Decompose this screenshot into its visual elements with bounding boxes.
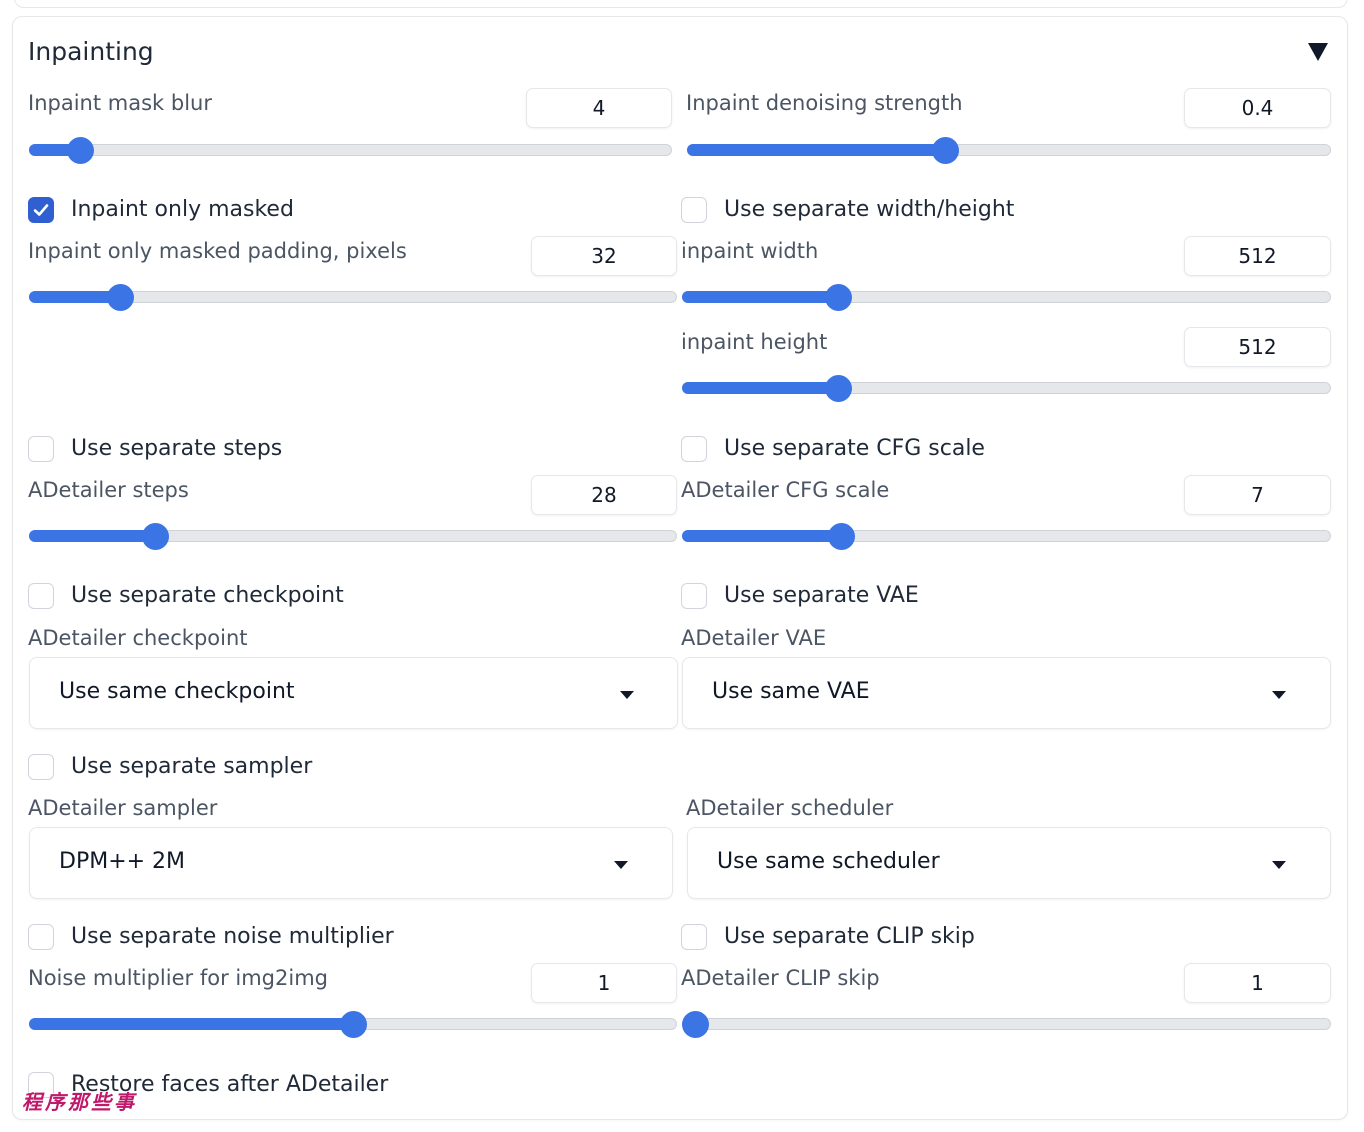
sep-vae-label[interactable]: Use separate VAE [724, 583, 919, 608]
clip-label: ADetailer CLIP skip [681, 966, 880, 990]
steps-slider[interactable] [29, 523, 677, 551]
ckpt-label: ADetailer checkpoint [28, 626, 248, 650]
slider-thumb[interactable] [931, 137, 959, 164]
inpainting-panel [12, 16, 1348, 1120]
denoise-label: Inpaint denoising strength [686, 91, 963, 115]
checkmark-icon [33, 204, 49, 216]
clip-input[interactable]: 1 [1184, 963, 1331, 1003]
sep-ckpt-label[interactable]: Use separate checkpoint [71, 583, 344, 608]
sampler-value: DPM++ 2M [59, 849, 186, 874]
slider-fill [29, 530, 156, 542]
steps-input[interactable]: 28 [531, 475, 677, 515]
vae-dropdown[interactable]: Use same VAE [682, 657, 1331, 729]
scheduler-dropdown[interactable]: Use same scheduler [687, 827, 1331, 899]
sep-cfg-label[interactable]: Use separate CFG scale [724, 436, 985, 461]
slider-thumb[interactable] [340, 1011, 367, 1038]
denoise-input[interactable]: 0.4 [1184, 88, 1331, 128]
sep-noise-label[interactable]: Use separate noise multiplier [71, 924, 394, 949]
slider-fill [682, 382, 838, 394]
padding-slider[interactable] [29, 284, 677, 312]
sep-ckpt-checkbox[interactable] [28, 583, 54, 609]
scheduler-value: Use same scheduler [717, 849, 940, 874]
dropdown-arrow-icon [1272, 861, 1286, 869]
slider-fill [682, 291, 838, 303]
sep-clip-checkbox[interactable] [681, 924, 707, 950]
clip-slider[interactable] [682, 1011, 1331, 1039]
only-masked-checkbox[interactable] [28, 197, 54, 223]
checkpoint-value: Use same checkpoint [59, 679, 295, 704]
slider-track [682, 1018, 1331, 1030]
vae-label: ADetailer VAE [681, 626, 827, 650]
height-slider[interactable] [682, 375, 1331, 403]
sep-noise-checkbox[interactable] [28, 924, 54, 950]
padding-input[interactable]: 32 [531, 236, 677, 276]
slider-thumb[interactable] [67, 137, 95, 164]
sep-vae-checkbox[interactable] [681, 583, 707, 609]
padding-label: Inpaint only masked padding, pixels [28, 239, 407, 263]
noise-label: Noise multiplier for img2img [28, 966, 328, 990]
denoise-slider[interactable] [687, 137, 1331, 165]
mask-blur-input[interactable]: 4 [526, 88, 672, 128]
noise-input[interactable]: 1 [531, 963, 677, 1003]
collapse-caret-icon[interactable] [1308, 43, 1328, 61]
dropdown-arrow-icon [1272, 691, 1286, 699]
sep-cfg-checkbox[interactable] [681, 436, 707, 462]
slider-thumb[interactable] [106, 284, 134, 311]
slider-track [29, 144, 672, 156]
scheduler-label: ADetailer scheduler [686, 796, 894, 820]
previous-panel-edge [14, 0, 1348, 8]
slider-fill [687, 144, 945, 156]
sep-steps-checkbox[interactable] [28, 436, 54, 462]
noise-slider[interactable] [29, 1011, 677, 1039]
dropdown-arrow-icon [620, 691, 634, 699]
width-label: inpaint width [681, 239, 819, 263]
panel-title: Inpainting [28, 37, 154, 66]
slider-fill [682, 530, 841, 542]
cfg-label: ADetailer CFG scale [681, 478, 890, 502]
only-masked-label[interactable]: Inpaint only masked [71, 197, 294, 222]
slider-thumb[interactable] [682, 1011, 709, 1038]
slider-thumb[interactable] [142, 523, 170, 550]
steps-label: ADetailer steps [28, 478, 189, 502]
slider-fill [29, 1018, 353, 1030]
mask-blur-slider[interactable] [29, 137, 672, 165]
slider-thumb[interactable] [828, 523, 855, 550]
height-input[interactable]: 512 [1184, 327, 1331, 367]
cfg-slider[interactable] [682, 523, 1331, 551]
sep-clip-label[interactable]: Use separate CLIP skip [724, 924, 975, 949]
mask-blur-label: Inpaint mask blur [28, 91, 212, 115]
sep-sampler-checkbox[interactable] [28, 754, 54, 780]
vae-value: Use same VAE [712, 679, 870, 704]
sampler-label: ADetailer sampler [28, 796, 218, 820]
sep-sampler-label[interactable]: Use separate sampler [71, 754, 312, 779]
sampler-dropdown[interactable]: DPM++ 2M [29, 827, 673, 899]
slider-thumb[interactable] [824, 284, 852, 311]
sep-steps-label[interactable]: Use separate steps [71, 436, 282, 461]
watermark-text: 程序那些事 [22, 1090, 137, 1114]
dropdown-arrow-icon [614, 861, 628, 869]
height-label: inpaint height [681, 330, 828, 354]
sep-wh-checkbox[interactable] [681, 197, 707, 223]
width-input[interactable]: 512 [1184, 236, 1331, 276]
checkpoint-dropdown[interactable]: Use same checkpoint [29, 657, 678, 729]
slider-thumb[interactable] [824, 375, 852, 402]
sep-wh-label[interactable]: Use separate width/height [724, 197, 1014, 222]
cfg-input[interactable]: 7 [1184, 475, 1331, 515]
width-slider[interactable] [682, 284, 1331, 312]
